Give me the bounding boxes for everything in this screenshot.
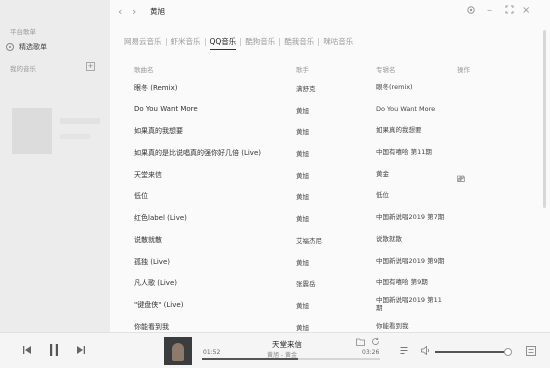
song-album[interactable]: 中国新说唱2019 第9期 <box>376 257 444 265</box>
song-artist[interactable]: 黄旭 <box>296 322 309 332</box>
add-playlist-icon[interactable]: + <box>86 62 95 71</box>
fullscreen-icon[interactable] <box>505 5 514 17</box>
song-artist[interactable]: 黄旭 <box>296 191 309 201</box>
table-row[interactable]: 如果真的我想要 黄旭 如果真的我想要 <box>124 119 538 141</box>
header-album: 专辑名 <box>376 66 396 74</box>
sidebar-item-label: 精选歌单 <box>19 43 47 51</box>
song-album[interactable]: 如果真的我想要 <box>376 126 422 134</box>
total-time: 03:26 <box>362 349 380 356</box>
album-cover[interactable] <box>164 337 192 365</box>
song-album[interactable]: 中国新说唱2019 第7期 <box>376 213 444 221</box>
player-bar: 01:52 天堂来信 黄旭 - 黄金 03:26 <box>0 332 550 368</box>
song-name: 凡人歌 (Live) <box>134 279 177 288</box>
search-results-panel: ‹ › – × 网易云音乐 虾米音乐 QQ音乐 酷狗音乐 酷我音乐 咪咕音乐 歌… <box>110 0 550 332</box>
table-header: 歌曲名 歌手 专辑名 操作 <box>124 62 538 76</box>
song-name: 低位 <box>134 192 148 201</box>
current-time: 01:52 <box>203 349 221 356</box>
tab-qq[interactable]: QQ音乐 <box>206 36 241 50</box>
song-album[interactable]: 你能看到我 <box>376 322 409 330</box>
song-artist[interactable]: 艾福杰尼 <box>296 235 322 245</box>
table-row[interactable]: 凡人歌 (Live) 张震岳 中国有嘻哈 第9期 <box>124 271 538 293</box>
song-artist[interactable]: 张震岳 <box>296 278 316 288</box>
tab-netease[interactable]: 网易云音乐 <box>120 36 166 47</box>
song-name: 红色label (Live) <box>134 214 187 223</box>
song-name: 眼冬 (Remix) <box>134 84 178 92</box>
song-album[interactable]: 中国有嘻哈 第11期 <box>376 148 432 156</box>
table-row[interactable]: "键盘侠" (Live) 黄旭 中国新说唱2019 第11期 <box>124 293 538 315</box>
song-artist[interactable]: 满舒克 <box>296 83 316 93</box>
song-artist[interactable]: 黄旭 <box>296 170 309 180</box>
song-table: 歌曲名 歌手 专辑名 操作 眼冬 (Remix) 满舒克 眼冬(remix) D… <box>124 62 538 336</box>
song-name: "键盘侠" (Live) <box>134 300 184 309</box>
song-album[interactable]: 低位 <box>376 191 389 199</box>
now-playing-title: 天堂来信 <box>272 340 302 349</box>
blurred-text <box>60 118 100 124</box>
top-bar: ‹ › – × <box>110 0 550 26</box>
table-row[interactable]: 说散就散 艾福杰尼 说散就散 <box>124 228 538 250</box>
song-artist[interactable]: 黄旭 <box>296 300 309 310</box>
settings-icon[interactable] <box>466 5 476 18</box>
blurred-cover <box>12 108 52 154</box>
song-name: 说散就散 <box>134 235 162 244</box>
table-row[interactable]: 眼冬 (Remix) 满舒克 眼冬(remix) <box>124 76 538 98</box>
song-album[interactable]: 眼冬(remix) <box>376 83 413 91</box>
table-row[interactable]: Do You Want More 黄旭 Do You Want More <box>124 98 538 120</box>
scrollbar[interactable] <box>543 30 546 208</box>
table-row[interactable]: 孤独 (Live) 黄旭 中国新说唱2019 第9期 <box>124 250 538 272</box>
song-album[interactable]: 黄金 <box>376 170 389 178</box>
volume-slider[interactable] <box>435 351 504 353</box>
blurred-text <box>60 134 90 139</box>
close-icon[interactable]: × <box>522 5 530 16</box>
cover-figure <box>172 343 184 361</box>
next-icon[interactable] <box>76 345 86 357</box>
song-name: 天堂来信 <box>134 170 162 179</box>
tab-xiami[interactable]: 虾米音乐 <box>167 36 205 47</box>
table-row[interactable]: 如果真的是比说唱真的强你好几倍 (Live) 黄旭 中国有嘻哈 第11期 <box>124 141 538 163</box>
song-name: Do You Want More <box>134 104 198 113</box>
song-album[interactable]: 中国新说唱2019 第11期 <box>376 296 442 312</box>
tab-kuwo[interactable]: 酷我音乐 <box>280 36 318 47</box>
source-tabs: 网易云音乐 虾米音乐 QQ音乐 酷狗音乐 酷我音乐 咪咕音乐 <box>120 36 357 50</box>
sidebar-section-my-music: 我的音乐 <box>10 65 36 73</box>
progress-fill <box>202 358 299 360</box>
repeat-icon[interactable] <box>371 337 380 348</box>
progress-bar[interactable] <box>202 358 380 360</box>
playlist-icon[interactable] <box>400 346 410 357</box>
volume-icon[interactable] <box>421 345 431 357</box>
table-row[interactable]: 低位 黄旭 低位 <box>124 184 538 206</box>
song-album[interactable]: 说散就散 <box>376 235 402 243</box>
tab-kugou[interactable]: 酷狗音乐 <box>241 36 279 47</box>
song-name: 如果真的是比说唱真的强你好几倍 (Live) <box>134 149 261 158</box>
minimize-icon[interactable]: – <box>487 5 492 16</box>
forward-icon[interactable]: › <box>132 6 136 17</box>
song-artist[interactable]: 黄旭 <box>296 126 309 136</box>
song-artist[interactable]: 黄旭 <box>296 105 309 115</box>
link-icon[interactable] <box>457 175 465 184</box>
song-artist[interactable]: 黄旭 <box>296 257 309 267</box>
sidebar: 平台歌单 精选歌单 我的音乐 + <box>0 0 110 332</box>
song-name: 如果真的我想要 <box>134 127 183 136</box>
tab-migu[interactable]: 咪咕音乐 <box>319 36 357 47</box>
song-album[interactable]: 中国有嘻哈 第9期 <box>376 278 428 286</box>
header-name: 歌曲名 <box>134 66 154 74</box>
volume-knob[interactable] <box>504 348 512 356</box>
song-album[interactable]: Do You Want More <box>376 105 435 113</box>
song-name: 孤独 (Live) <box>134 257 170 266</box>
previous-icon[interactable] <box>22 345 32 357</box>
pause-icon[interactable] <box>48 343 60 359</box>
sidebar-section-platform: 平台歌单 <box>10 28 36 36</box>
add-to-playlist-icon[interactable] <box>356 338 365 348</box>
table-row[interactable]: 天堂来信 黄旭 黄金 + <box>124 163 538 185</box>
song-artist[interactable]: 黄旭 <box>296 148 309 158</box>
header-artist: 歌手 <box>296 66 309 74</box>
sidebar-item-featured-playlists[interactable]: 精选歌单 <box>6 42 47 52</box>
song-name: 你能看到我 <box>134 322 169 331</box>
lyrics-icon[interactable] <box>526 346 536 358</box>
header-ops: 操作 <box>457 66 470 74</box>
radio-icon <box>6 43 14 51</box>
back-icon[interactable]: ‹ <box>118 6 122 17</box>
song-artist[interactable]: 黄旭 <box>296 213 309 223</box>
search-input[interactable] <box>150 4 300 18</box>
table-row[interactable]: 红色label (Live) 黄旭 中国新说唱2019 第7期 <box>124 206 538 228</box>
